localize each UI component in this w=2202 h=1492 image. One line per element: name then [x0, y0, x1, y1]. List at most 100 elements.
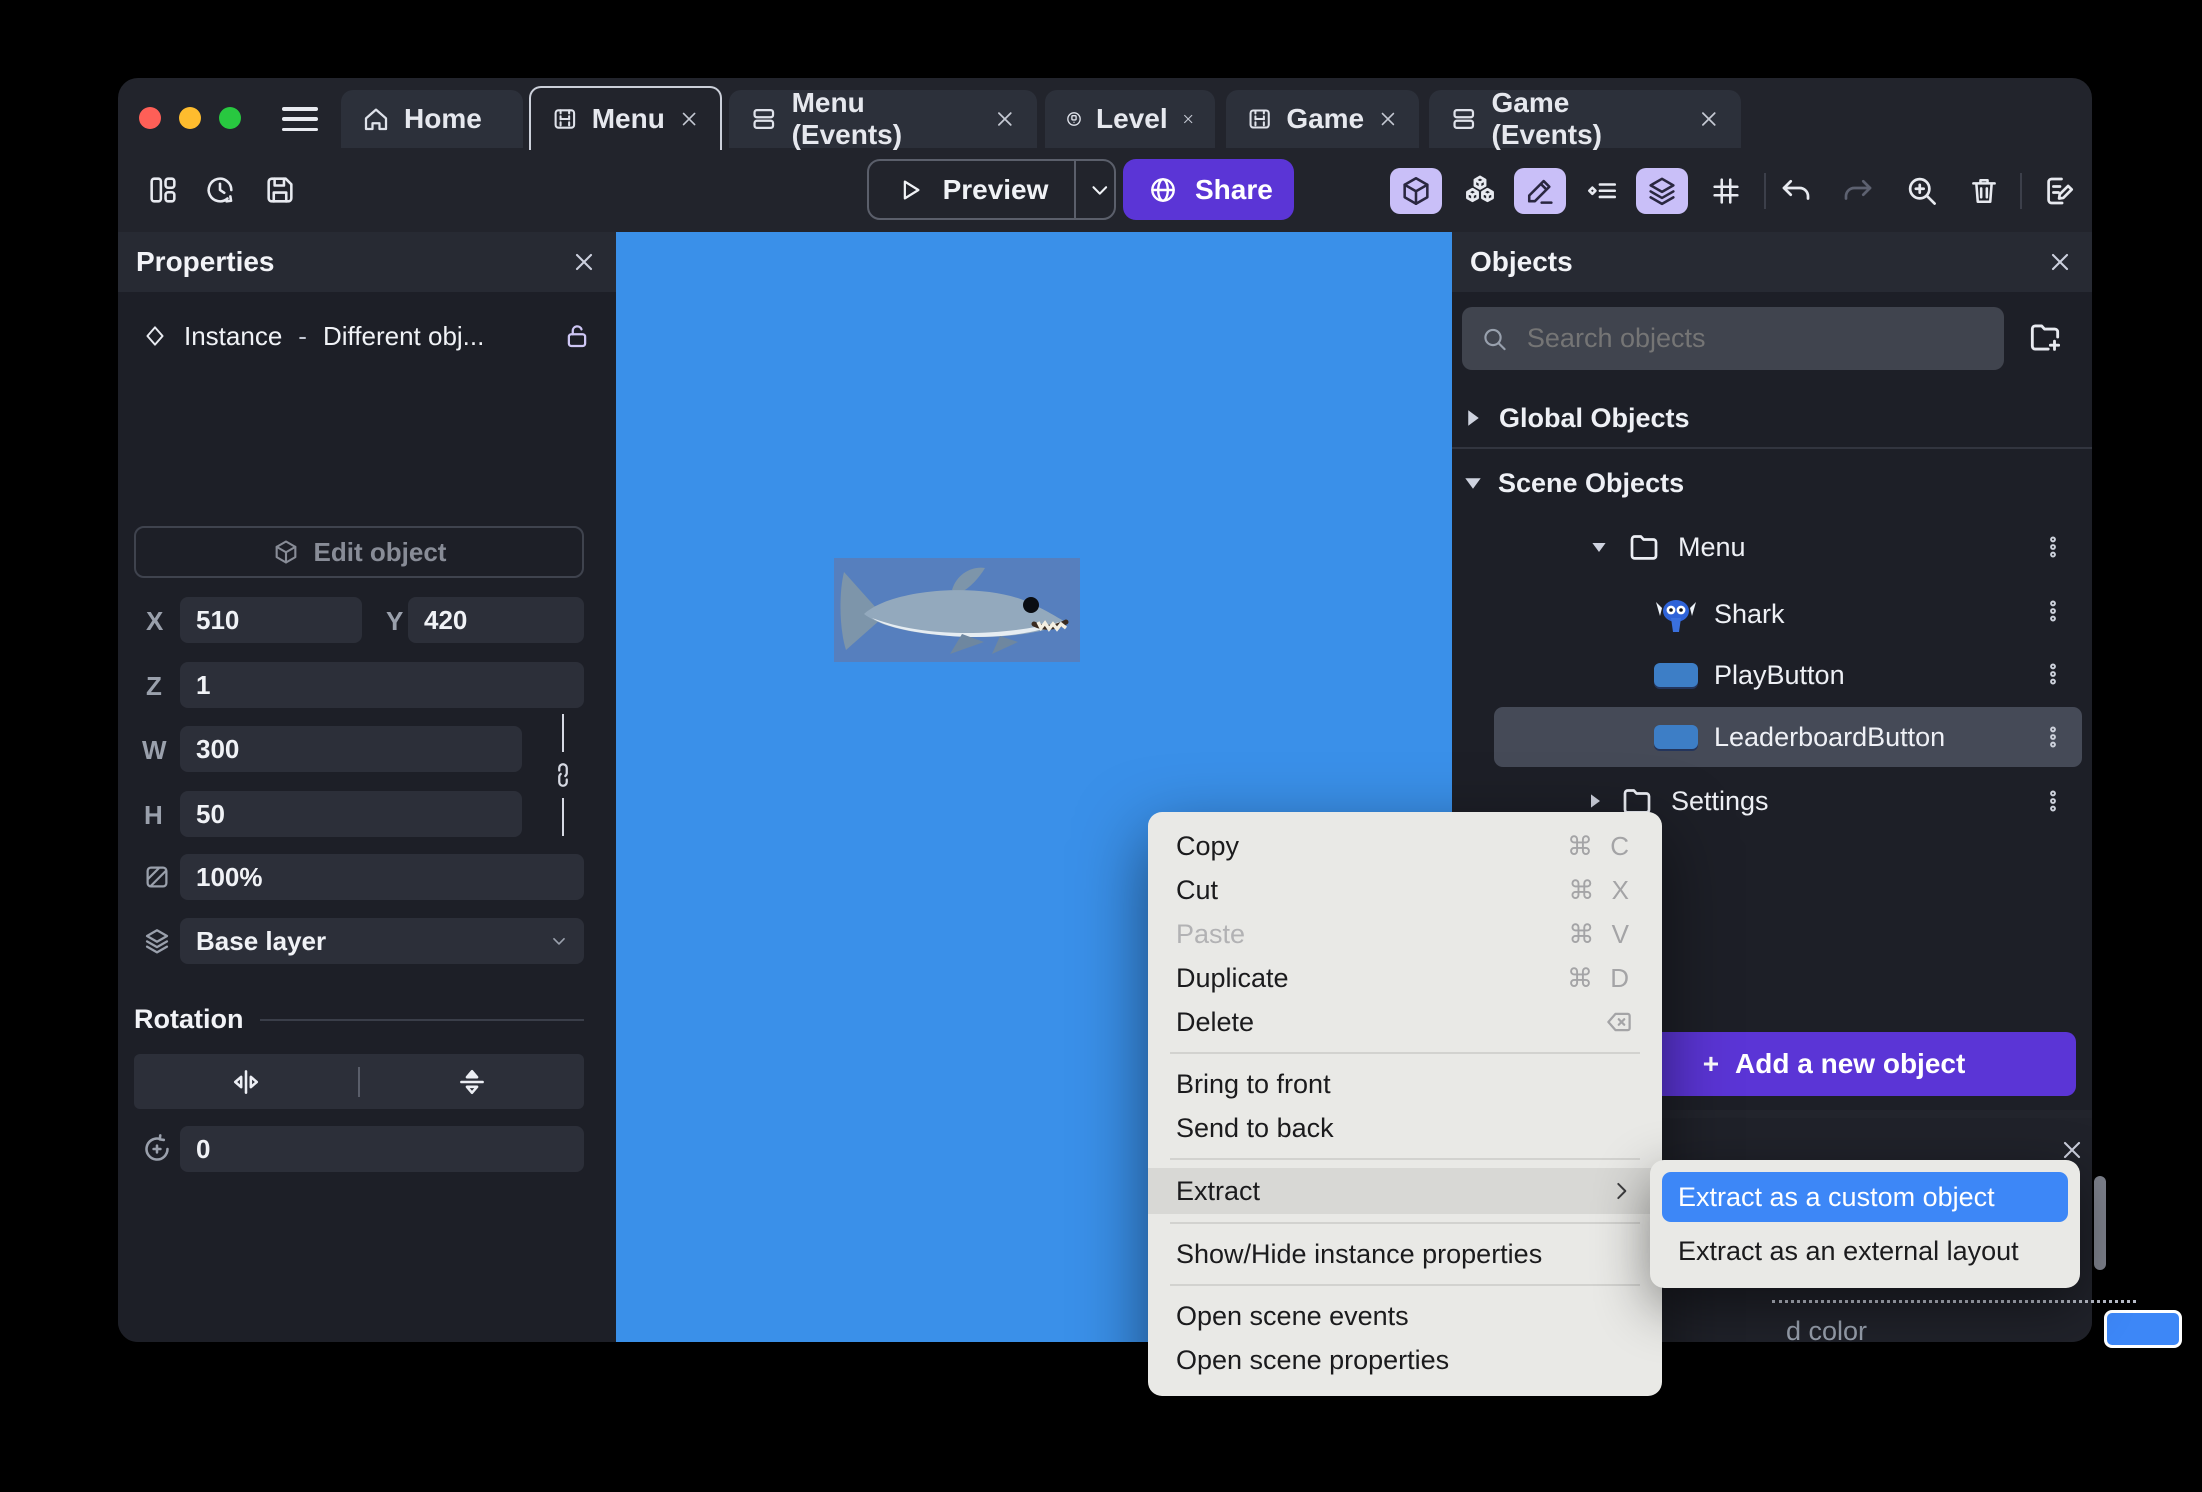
search-input[interactable] [1524, 322, 1986, 355]
chevron-down-icon[interactable] [1086, 176, 1114, 204]
z-input[interactable] [180, 662, 584, 708]
cube-icon[interactable] [1390, 168, 1442, 214]
shark-thumbnail [1656, 600, 1696, 632]
menu-item-label: Copy [1176, 830, 1240, 861]
scene-objects-section[interactable]: Scene Objects [1462, 465, 1684, 501]
grid-icon[interactable] [1700, 168, 1752, 214]
zoom-in-icon[interactable] [1896, 168, 1948, 214]
add-new-object-button[interactable]: + Add a new object [1592, 1032, 2076, 1096]
menu-shortcut: ⌘ X [1568, 874, 1634, 905]
objects-icon[interactable] [1454, 168, 1506, 214]
add-folder-icon[interactable] [2026, 318, 2064, 356]
external-layout-icon [1065, 104, 1083, 134]
tab-game[interactable]: Game [1226, 90, 1419, 148]
layer-select[interactable]: Base layer [180, 918, 584, 964]
menu-shortcut: ⌘ C [1567, 830, 1634, 861]
kebab-menu-icon[interactable] [2040, 657, 2066, 691]
flip-horizontal-button[interactable] [134, 1065, 358, 1099]
tree-row-menu-folder[interactable]: Menu [1588, 528, 1746, 566]
tree-row-shark[interactable]: Shark [1654, 590, 1785, 638]
kebab-menu-icon[interactable] [2040, 784, 2066, 818]
close-icon[interactable] [2046, 248, 2074, 276]
traffic-light-minimize[interactable] [179, 107, 201, 129]
traffic-light-zoom[interactable] [219, 107, 241, 129]
edit-object-button[interactable]: Edit object [134, 526, 584, 578]
kebab-menu-icon[interactable] [2040, 720, 2066, 754]
menu-item-send-to-back[interactable]: Send to back [1148, 1106, 1662, 1150]
y-input[interactable] [408, 597, 584, 643]
dock-layout-icon[interactable] [146, 173, 180, 207]
w-input[interactable] [180, 726, 522, 772]
hamburger-menu-icon[interactable] [282, 107, 318, 131]
redo-icon[interactable] [1832, 168, 1884, 214]
tab-label: Home [404, 103, 482, 134]
unlock-icon[interactable] [562, 321, 592, 351]
menu-item-cut[interactable]: Cut ⌘ X [1148, 868, 1662, 912]
play-icon[interactable] [895, 175, 925, 205]
menu-item-copy[interactable]: Copy ⌘ C [1148, 824, 1662, 868]
menu-item-label: Bring to front [1176, 1068, 1331, 1099]
tab-home[interactable]: Home [341, 90, 523, 148]
tab-menu-events[interactable]: Menu (Events) [729, 87, 1037, 150]
instances-list-icon[interactable] [1576, 168, 1628, 214]
scene-icon [1246, 104, 1273, 134]
menu-item-duplicate[interactable]: Duplicate ⌘ D [1148, 956, 1662, 1000]
kebab-menu-icon[interactable] [2040, 530, 2066, 564]
tab-menu[interactable]: Menu [529, 86, 722, 150]
menu-item-label: Show/Hide instance properties [1176, 1238, 1543, 1269]
menu-item-bring-to-front[interactable]: Bring to front [1148, 1062, 1662, 1106]
submenu-item-extract-external-layout[interactable]: Extract as an external layout [1662, 1226, 2068, 1276]
undo-icon[interactable] [1770, 168, 1822, 214]
kebab-menu-icon[interactable] [2040, 594, 2066, 628]
background-color-swatch[interactable] [2104, 1310, 2182, 1348]
tree-row-leaderboardbutton-selected[interactable]: LeaderboardButton [1494, 707, 2082, 767]
caret-down-icon [1592, 542, 1606, 552]
tab-game-events[interactable]: Game (Events) [1429, 87, 1741, 150]
menu-divider [1170, 1284, 1640, 1286]
h-input[interactable] [180, 791, 522, 837]
tab-level[interactable]: Level [1045, 90, 1215, 148]
menu-item-paste[interactable]: Paste ⌘ V [1148, 912, 1662, 956]
menu-item-label: Cut [1176, 874, 1219, 905]
tree-item-label: Menu [1678, 531, 1746, 562]
close-icon[interactable] [993, 107, 1017, 131]
layers-icon[interactable] [1636, 168, 1688, 214]
x-label: X [146, 606, 164, 636]
tree-row-playbutton[interactable]: PlayButton [1654, 656, 1845, 694]
menu-item-open-scene-events[interactable]: Open scene events [1148, 1294, 1662, 1338]
menu-item-label: Open scene properties [1176, 1344, 1450, 1375]
save-icon[interactable] [263, 173, 297, 207]
flip-vertical-button[interactable] [360, 1065, 584, 1099]
share-button[interactable]: Share [1123, 159, 1294, 220]
folder-icon [1626, 529, 1662, 565]
close-icon[interactable] [678, 107, 700, 131]
tab-label: Menu (Events) [791, 87, 903, 150]
preview-button[interactable]: Preview [943, 174, 1049, 206]
menu-item-extract[interactable]: Extract [1148, 1168, 1662, 1214]
menu-item-label: Send to back [1176, 1112, 1334, 1143]
trash-icon[interactable] [1958, 168, 2010, 214]
context-menu: Copy ⌘ C Cut ⌘ X Paste ⌘ V Duplicate ⌘ D… [1148, 812, 1662, 1396]
opacity-input[interactable] [180, 854, 584, 900]
close-icon[interactable] [1377, 107, 1399, 131]
scrollbar-thumb[interactable] [2094, 1176, 2106, 1270]
shark-sprite[interactable] [834, 558, 1080, 662]
link-wh-icon[interactable] [548, 760, 578, 790]
section-rule [260, 1019, 584, 1021]
close-icon[interactable] [570, 248, 598, 276]
menu-item-delete[interactable]: Delete [1148, 1000, 1662, 1044]
pencil-icon[interactable] [1514, 168, 1566, 214]
history-icon[interactable] [203, 173, 237, 207]
close-icon[interactable] [1697, 107, 1721, 131]
menu-item-open-scene-properties[interactable]: Open scene properties [1148, 1338, 1662, 1382]
submenu-item-extract-custom-object[interactable]: Extract as a custom object [1662, 1172, 2068, 1222]
z-label: Z [146, 671, 162, 701]
x-input[interactable] [180, 597, 362, 643]
traffic-light-close[interactable] [139, 107, 161, 129]
close-icon[interactable] [1181, 107, 1195, 131]
rotation-input[interactable] [180, 1126, 584, 1172]
menu-item-show-hide-instance-properties[interactable]: Show/Hide instance properties [1148, 1232, 1662, 1276]
global-objects-section[interactable]: Global Objects [1466, 400, 1690, 436]
extract-submenu: Extract as a custom object Extract as an… [1650, 1160, 2080, 1288]
edit-scene-icon[interactable] [2034, 168, 2086, 214]
